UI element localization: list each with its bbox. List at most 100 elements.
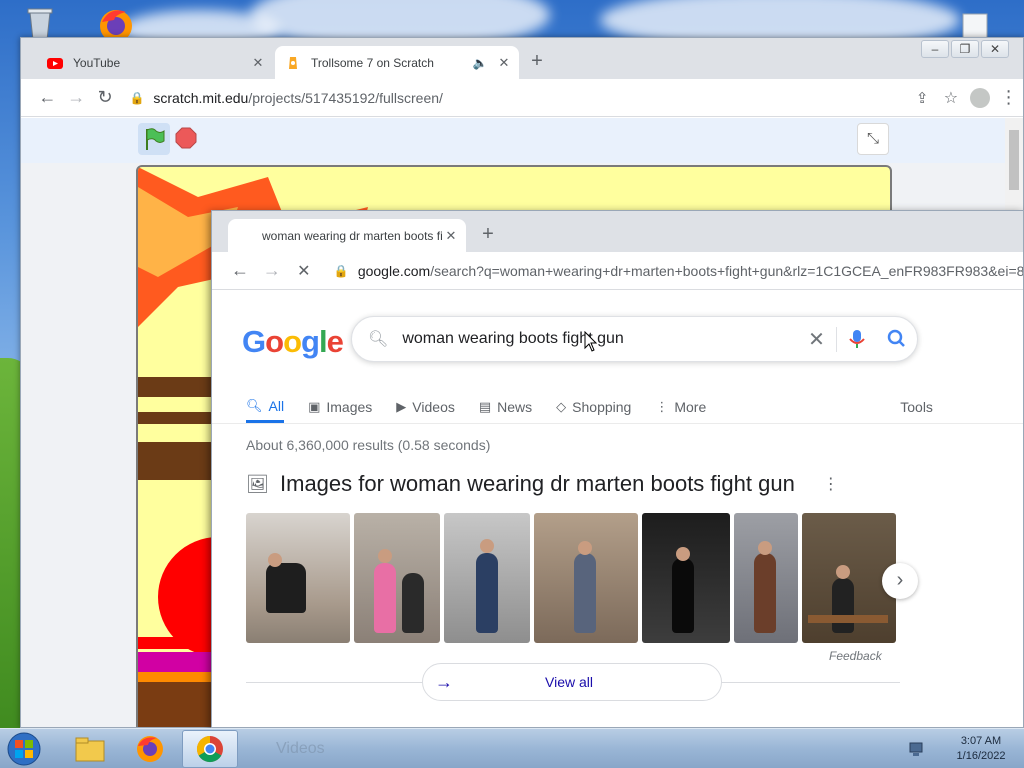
tab-google-search[interactable]: woman wearing dr marten boots fight gun …	[228, 219, 466, 252]
close-tab-icon[interactable]: ✕	[495, 55, 513, 71]
browser-toolbar: ← → ✕ 🔒 google.com/search?q=woman+wearin…	[212, 252, 1023, 290]
window-controls: – ❐ ✕	[919, 40, 1009, 58]
taskbar-ghost-text: Videos	[276, 740, 325, 757]
image-icon: 🖼︎	[246, 473, 269, 494]
search-icon: 🔍︎	[246, 397, 263, 413]
divider	[212, 423, 1023, 424]
search-tabs: 🔍︎ All ▣ Images ▶ Videos ▤ News ◇ Shopping ⋮ M…	[246, 391, 1023, 423]
tab-images[interactable]: ▣ Images	[308, 391, 372, 423]
tab-label: Shopping	[572, 399, 632, 415]
tab-shopping[interactable]: ◇ Shopping	[556, 391, 631, 423]
new-tab-button[interactable]: +	[474, 221, 502, 249]
forward-button[interactable]: →	[62, 82, 91, 114]
images-section-heading: 🖼︎ Images for woman wearing dr marten bo…	[246, 471, 839, 497]
back-button[interactable]: ←	[224, 255, 256, 287]
url-host: google.com	[357, 262, 431, 279]
search-submit-icon[interactable]	[877, 327, 917, 351]
url-path: /search?q=woman+wearing+dr+marten+boots+…	[430, 262, 1023, 279]
images-heading-text[interactable]: Images for woman wearing dr marten boots…	[280, 471, 795, 497]
arrow-right-icon: →	[435, 671, 453, 692]
image-result[interactable]	[642, 513, 730, 643]
view-all-label: View all	[545, 674, 593, 690]
reload-button[interactable]: ↻	[91, 82, 120, 114]
taskbar-chrome[interactable]	[182, 730, 238, 768]
forward-button[interactable]: →	[256, 255, 288, 287]
youtube-icon	[47, 57, 63, 69]
microphone-icon[interactable]	[837, 327, 877, 351]
tab-news[interactable]: ▤ News	[479, 391, 532, 423]
play-icon: ▶	[396, 399, 407, 414]
loading-icon	[238, 228, 252, 244]
address-bar[interactable]: 🔒 google.com/search?q=woman+wearing+dr+m…	[334, 256, 1023, 286]
next-images-button[interactable]: ›	[882, 563, 918, 599]
restore-button[interactable]: ❐	[951, 40, 979, 58]
image-result[interactable]	[246, 513, 350, 643]
newspaper-icon: ▤	[478, 399, 492, 414]
image-result[interactable]	[734, 513, 798, 643]
stop-icon[interactable]	[175, 127, 197, 149]
tab-strip: woman wearing dr marten boots fight gun …	[212, 211, 1023, 252]
lock-icon: 🔒	[333, 263, 349, 278]
network-icon[interactable]	[908, 740, 926, 758]
start-button-icon[interactable]	[4, 731, 44, 767]
view-all-button[interactable]: → View all	[422, 663, 722, 701]
result-stats: About 6,360,000 results (0.58 seconds)	[246, 437, 491, 453]
stop-loading-button[interactable]: ✕	[288, 255, 320, 287]
chrome-icon	[196, 735, 223, 763]
tab-label: Images	[326, 399, 373, 415]
taskbar-file-explorer[interactable]	[62, 730, 118, 768]
tab-scratch[interactable]: Trollsome 7 on Scratch 🔈 ✕	[275, 46, 519, 79]
tab-title: Trollsome 7 on Scratch	[311, 55, 434, 70]
browser-toolbar: ← → ↻ 🔒 scratch.mit.edu/projects/5174351…	[21, 79, 1023, 117]
minimize-button[interactable]: –	[921, 40, 949, 58]
green-flag-icon[interactable]	[138, 123, 170, 155]
tag-icon: ◇	[556, 399, 567, 414]
search-box[interactable]: 🔍︎ woman wearing boots fight gun ✕	[351, 316, 918, 362]
exit-fullscreen-button[interactable]: ⤡	[857, 123, 889, 155]
tab-label: News	[497, 399, 533, 415]
firefox-icon	[137, 736, 163, 762]
url-host: scratch.mit.edu	[153, 89, 249, 106]
back-button[interactable]: ←	[33, 82, 62, 114]
tab-strip: YouTube ✕ Trollsome 7 on Scratch 🔈 ✕ + –…	[21, 38, 1023, 79]
tab-youtube[interactable]: YouTube ✕	[37, 46, 273, 79]
tab-label: All	[268, 397, 285, 414]
clock-date: 1/16/2022	[956, 750, 1006, 762]
close-window-button[interactable]: ✕	[981, 40, 1009, 58]
close-tab-icon[interactable]: ✕	[249, 55, 267, 71]
search-input[interactable]: woman wearing boots fight gun	[402, 330, 797, 348]
close-tab-icon[interactable]: ✕	[442, 228, 460, 244]
image-result[interactable]	[534, 513, 638, 643]
scratch-controls-bar: ⤡	[21, 118, 1005, 163]
image-result[interactable]	[444, 513, 530, 643]
clock[interactable]: 3:07 AM 1/16/2022	[946, 734, 1016, 764]
folder-icon	[75, 737, 105, 762]
bookmark-star-icon[interactable]: ☆	[937, 82, 966, 114]
tab-all[interactable]: 🔍︎ All	[246, 391, 285, 423]
clock-time: 3:07 AM	[960, 735, 1002, 747]
more-dots-icon: ⋮	[655, 399, 669, 414]
address-bar[interactable]: 🔒 scratch.mit.edu/projects/517435192/ful…	[129, 83, 759, 113]
tab-title: woman wearing dr marten boots fight gun	[262, 228, 442, 243]
image-thumbnails	[246, 513, 900, 643]
tools-label: Tools	[900, 399, 933, 415]
share-icon[interactable]: ⇪	[908, 82, 937, 114]
audio-playing-icon[interactable]: 🔈	[471, 56, 489, 70]
profile-avatar-icon[interactable]	[965, 82, 994, 114]
image-icon: ▣	[308, 399, 321, 414]
more-options-icon[interactable]: ⋮	[823, 474, 839, 494]
scratch-cat-icon	[289, 56, 297, 69]
image-result[interactable]	[354, 513, 440, 643]
url-path: /projects/517435192/fullscreen/	[248, 89, 443, 106]
taskbar-firefox[interactable]	[122, 730, 178, 768]
new-tab-button[interactable]: +	[523, 48, 551, 76]
tab-title: YouTube	[73, 55, 121, 70]
clear-search-icon[interactable]: ✕	[797, 326, 837, 352]
google-logo[interactable]: Google	[242, 324, 344, 360]
menu-kebab-icon[interactable]: ⋮	[994, 82, 1023, 114]
tools-button[interactable]: Tools	[900, 391, 933, 423]
tab-more[interactable]: ⋮ More	[655, 391, 706, 423]
feedback-link[interactable]: Feedback	[829, 649, 882, 663]
search-icon: 🔍︎	[368, 331, 389, 348]
tab-videos[interactable]: ▶ Videos	[396, 391, 455, 423]
